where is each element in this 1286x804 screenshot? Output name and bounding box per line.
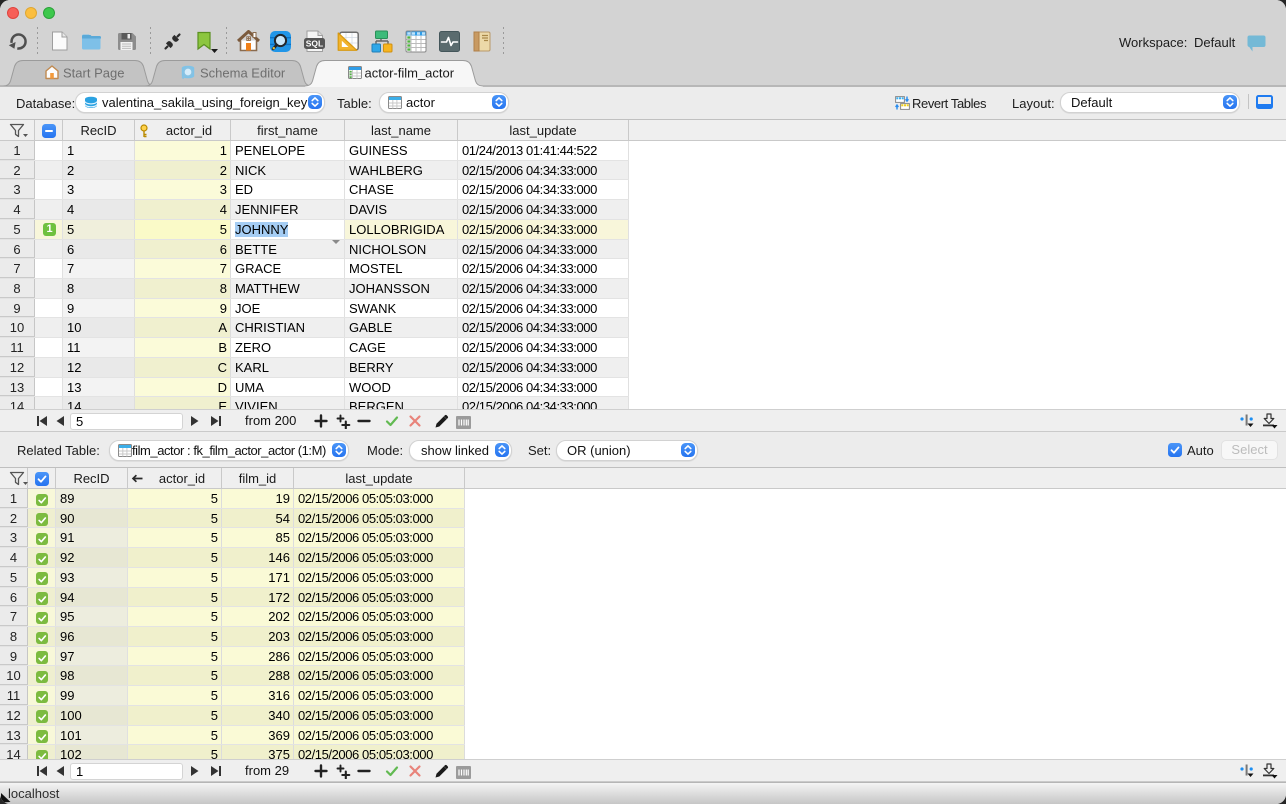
svg-text:Schema Editor: Schema Editor — [200, 66, 286, 81]
svg-text:Start Page: Start Page — [63, 66, 124, 81]
svg-text:actor-film_actor: actor-film_actor — [365, 66, 455, 81]
